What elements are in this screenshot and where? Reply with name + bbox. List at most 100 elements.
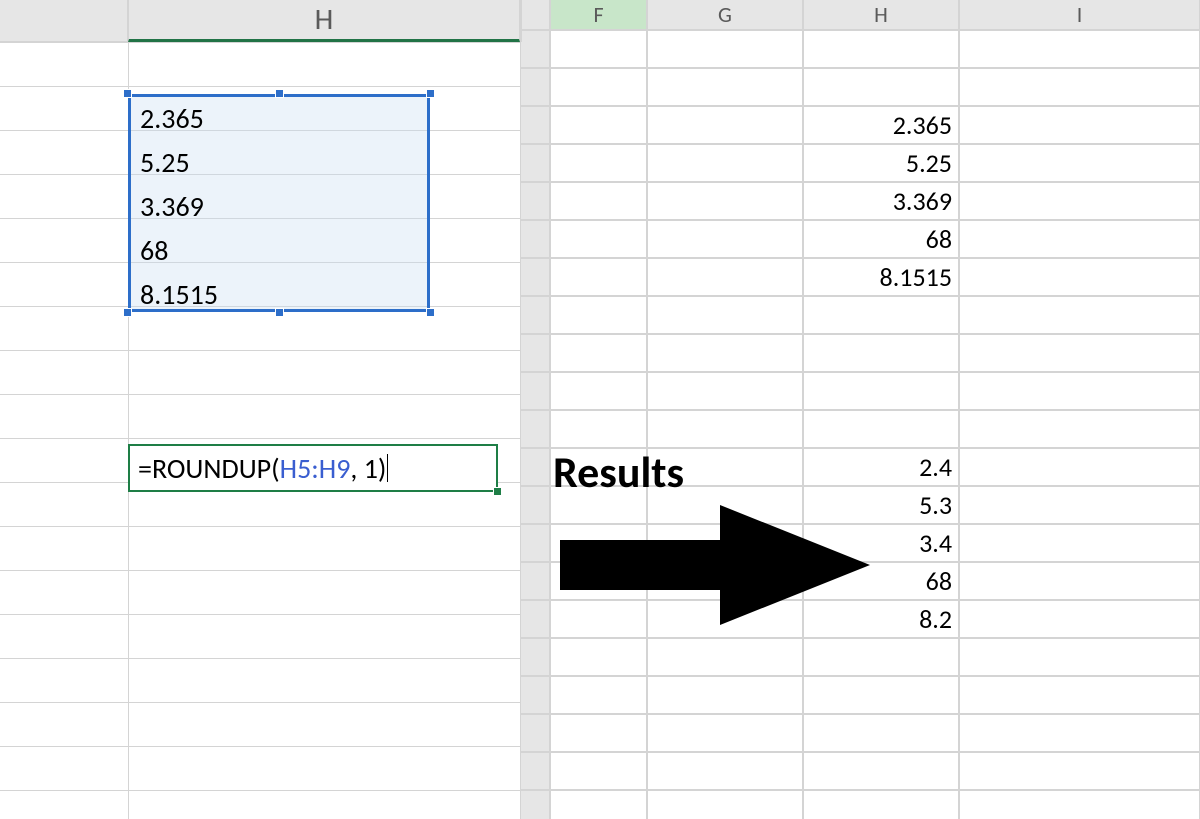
right-empty-cell[interactable] — [647, 144, 803, 182]
right-empty-cell[interactable] — [959, 372, 1200, 410]
right-empty-cell[interactable] — [959, 752, 1200, 790]
right-empty-cell[interactable] — [550, 334, 647, 372]
formula-cell[interactable]: =ROUNDUP(H5:H9, 1) — [128, 444, 498, 492]
left-cell-value[interactable]: 3.369 — [132, 184, 428, 228]
right-row-stub — [520, 220, 550, 258]
fill-handle[interactable] — [493, 487, 502, 496]
left-rowhdr-stub — [0, 0, 128, 42]
right-row-stub — [520, 410, 550, 448]
right-empty-cell[interactable] — [550, 638, 647, 676]
right-empty-cell[interactable] — [959, 106, 1200, 144]
right-empty-cell[interactable] — [959, 220, 1200, 258]
left-cell-value[interactable]: 2.365 — [132, 96, 428, 140]
right-empty-cell[interactable] — [803, 790, 959, 819]
right-empty-cell[interactable] — [647, 334, 803, 372]
right-empty-cell[interactable] — [647, 372, 803, 410]
right-row-stub — [520, 372, 550, 410]
right-empty-cell[interactable] — [959, 676, 1200, 714]
right-empty-cell[interactable] — [550, 258, 647, 296]
right-empty-cell[interactable] — [803, 68, 959, 106]
left-colhdr-h[interactable]: H — [128, 0, 520, 42]
right-empty-cell[interactable] — [959, 296, 1200, 334]
right-colhdr-g[interactable]: G — [647, 0, 803, 30]
right-row-stub — [520, 638, 550, 676]
selection-handle[interactable] — [123, 89, 132, 98]
right-empty-cell[interactable] — [959, 410, 1200, 448]
right-empty-cell[interactable] — [959, 486, 1200, 524]
right-empty-cell[interactable] — [550, 790, 647, 819]
right-empty-cell[interactable] — [959, 182, 1200, 220]
right-cell-result[interactable]: 2.4 — [803, 448, 959, 486]
gridline — [0, 86, 520, 87]
formula-close: ) — [378, 451, 387, 486]
selection-handle[interactable] — [123, 308, 132, 317]
formula-arg2: 1 — [364, 451, 378, 486]
right-empty-cell[interactable] — [959, 638, 1200, 676]
right-empty-cell[interactable] — [803, 334, 959, 372]
right-row-stub — [520, 334, 550, 372]
right-cell-input[interactable]: 5.25 — [803, 144, 959, 182]
right-empty-cell[interactable] — [550, 410, 647, 448]
right-empty-cell[interactable] — [647, 410, 803, 448]
right-empty-cell[interactable] — [550, 220, 647, 258]
right-empty-cell[interactable] — [647, 30, 803, 68]
right-empty-cell[interactable] — [959, 258, 1200, 296]
right-empty-cell[interactable] — [647, 638, 803, 676]
right-empty-cell[interactable] — [803, 638, 959, 676]
right-empty-cell[interactable] — [550, 372, 647, 410]
left-cell-value[interactable]: 8.1515 — [132, 272, 428, 316]
text-caret-icon — [387, 454, 388, 482]
right-empty-cell[interactable] — [647, 68, 803, 106]
right-empty-cell[interactable] — [959, 144, 1200, 182]
right-empty-cell[interactable] — [803, 410, 959, 448]
right-empty-cell[interactable] — [647, 790, 803, 819]
left-cell-value[interactable]: 5.25 — [132, 140, 428, 184]
right-empty-cell[interactable] — [647, 258, 803, 296]
right-cell-input[interactable]: 3.369 — [803, 182, 959, 220]
right-empty-cell[interactable] — [803, 30, 959, 68]
right-colhdr-i[interactable]: I — [959, 0, 1200, 30]
right-empty-cell[interactable] — [959, 448, 1200, 486]
gridline — [0, 746, 520, 747]
right-empty-cell[interactable] — [647, 182, 803, 220]
right-empty-cell[interactable] — [959, 68, 1200, 106]
right-empty-cell[interactable] — [550, 68, 647, 106]
right-row-stub — [520, 448, 550, 486]
right-empty-cell[interactable] — [550, 752, 647, 790]
right-empty-cell[interactable] — [959, 334, 1200, 372]
right-colhdr-f[interactable]: F — [550, 0, 647, 30]
right-cell-input[interactable]: 2.365 — [803, 106, 959, 144]
right-empty-cell[interactable] — [803, 752, 959, 790]
right-empty-cell[interactable] — [959, 600, 1200, 638]
right-empty-cell[interactable] — [647, 676, 803, 714]
right-row-stub — [520, 144, 550, 182]
right-empty-cell[interactable] — [959, 524, 1200, 562]
right-empty-cell[interactable] — [647, 220, 803, 258]
right-colhdr-h[interactable]: H — [803, 0, 959, 30]
right-empty-cell[interactable] — [803, 372, 959, 410]
right-empty-cell[interactable] — [647, 714, 803, 752]
left-cell-value[interactable]: 68 — [132, 228, 428, 272]
right-empty-cell[interactable] — [647, 106, 803, 144]
left-colhdr-next[interactable] — [520, 0, 522, 42]
right-empty-cell[interactable] — [959, 30, 1200, 68]
gridline — [0, 394, 520, 395]
right-empty-cell[interactable] — [550, 144, 647, 182]
right-cell-input[interactable]: 68 — [803, 220, 959, 258]
right-empty-cell[interactable] — [550, 676, 647, 714]
right-empty-cell[interactable] — [959, 714, 1200, 752]
right-empty-cell[interactable] — [550, 30, 647, 68]
right-empty-cell[interactable] — [550, 182, 647, 220]
right-empty-cell[interactable] — [550, 296, 647, 334]
right-empty-cell[interactable] — [959, 562, 1200, 600]
right-cell-input[interactable]: 8.1515 — [803, 258, 959, 296]
right-empty-cell[interactable] — [550, 714, 647, 752]
results-label: Results — [553, 445, 684, 499]
right-empty-cell[interactable] — [647, 752, 803, 790]
right-empty-cell[interactable] — [959, 790, 1200, 819]
right-empty-cell[interactable] — [647, 296, 803, 334]
right-empty-cell[interactable] — [803, 676, 959, 714]
right-empty-cell[interactable] — [550, 106, 647, 144]
right-empty-cell[interactable] — [803, 714, 959, 752]
right-empty-cell[interactable] — [803, 296, 959, 334]
